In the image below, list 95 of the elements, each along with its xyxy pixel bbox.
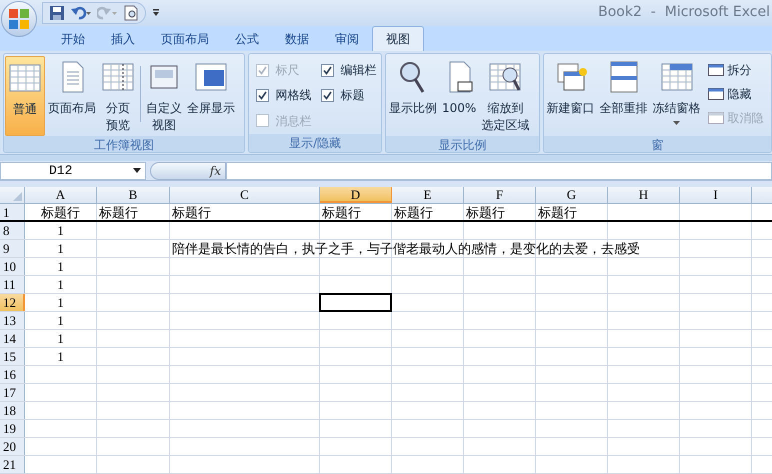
table-cell-text: 1: [56, 330, 65, 347]
active-cell[interactable]: [319, 293, 392, 312]
ribbon-button[interactable]: 全部重排: [598, 56, 650, 136]
ribbon-tab[interactable]: 审阅: [322, 26, 372, 52]
row-header[interactable]: 8: [0, 222, 25, 239]
checkbox[interactable]: [321, 88, 334, 102]
button-label-line: 缩放到: [487, 100, 524, 118]
table-cell: 标题行: [538, 204, 577, 221]
row-header[interactable]: 15: [0, 348, 25, 365]
check-icon: [323, 66, 332, 75]
dropdown-icon[interactable]: [133, 168, 141, 174]
row-header[interactable]: 12: [0, 294, 25, 311]
row-header[interactable]: 10: [0, 258, 25, 275]
column-header[interactable]: F: [464, 187, 536, 203]
table-cell: 陪伴是最长情的告白，执子之手，与子偕老最动人的感情，是变化的去爱，去感受: [172, 240, 640, 257]
print-preview-icon[interactable]: [123, 4, 139, 21]
checkbox[interactable]: [321, 64, 334, 77]
column-header[interactable]: H: [608, 187, 680, 203]
ribbon-button[interactable]: 显示比例: [387, 56, 440, 136]
check-icon: [258, 66, 268, 75]
ribbon-tab[interactable]: 插入: [98, 26, 148, 52]
table-cell-text: 1: [56, 294, 65, 311]
checkbox-option[interactable]: 编辑栏: [321, 58, 376, 82]
insert-function-button[interactable]: fx: [210, 162, 221, 180]
table-cell-text: 1: [56, 222, 65, 239]
check-icon: [323, 90, 332, 100]
ribbon-tab[interactable]: 视图: [372, 26, 424, 52]
column-header[interactable]: I: [680, 187, 752, 203]
row-header[interactable]: 1: [0, 204, 25, 220]
table-cell-text: 1: [56, 348, 65, 365]
group-label: 显示/隐藏: [249, 134, 382, 152]
row-header[interactable]: 19: [0, 420, 25, 437]
ribbon-button[interactable]: 冻结窗格: [650, 56, 703, 136]
save-icon[interactable]: [49, 4, 65, 21]
table-cell-text: 1: [56, 258, 65, 275]
formula-field[interactable]: [226, 162, 772, 180]
corner-icon: [13, 192, 22, 201]
office-button[interactable]: [1, 1, 37, 37]
ribbon-button[interactable]: 全屏显示: [185, 56, 237, 136]
group-label: 工作簿视图: [4, 136, 244, 152]
ribbon-tab[interactable]: 页面布局: [148, 26, 222, 52]
office-logo-icon: [8, 8, 30, 30]
row-header[interactable]: 17: [0, 384, 25, 401]
ribbon-button[interactable]: 新建窗口: [544, 56, 597, 136]
button-label-line: 自定义: [146, 100, 182, 118]
ribbon-small-button[interactable]: 拆分: [708, 58, 764, 82]
row-header[interactable]: 21: [0, 456, 25, 473]
row-header[interactable]: 18: [0, 402, 25, 419]
column-header[interactable]: E: [392, 187, 464, 203]
ribbon-tab[interactable]: 公式: [222, 26, 272, 52]
checkbox-option[interactable]: 网格线: [256, 83, 312, 108]
button-label-line: 选定区域: [481, 117, 530, 134]
ribbon-button[interactable]: 普通: [5, 56, 45, 136]
row-header[interactable]: 9: [0, 240, 25, 257]
window-icon: [708, 88, 724, 100]
button-label-line: 分页: [106, 100, 130, 118]
column-header[interactable]: G: [536, 187, 608, 203]
row-header[interactable]: 14: [0, 330, 25, 347]
row-header[interactable]: 13: [0, 312, 25, 329]
window-icon: [708, 64, 724, 76]
group-label: 窗: [544, 136, 771, 152]
row-header[interactable]: 11: [0, 276, 25, 293]
column-header[interactable]: B: [97, 187, 170, 203]
button-label-line: 预览: [106, 117, 130, 134]
table-cell: 标题行: [99, 204, 138, 221]
table-cell-text: 标题行: [40, 204, 81, 221]
name-box[interactable]: D12: [0, 162, 146, 180]
undo-icon[interactable]: [71, 6, 91, 20]
button-label-line: 视图: [152, 117, 176, 134]
table-cell-text: 1: [56, 276, 65, 293]
check-icon: [258, 90, 268, 100]
ribbon-small-button[interactable]: 隐藏: [708, 82, 764, 106]
ribbon-button[interactable]: 分页 预览: [99, 56, 137, 136]
table-cell-text: 1: [56, 240, 65, 257]
checkbox[interactable]: [256, 88, 270, 102]
window-icon: [708, 112, 724, 124]
group-label: 显示比例: [386, 136, 539, 152]
ribbon-button[interactable]: 缩放到 选定区域: [479, 56, 532, 136]
table-cell: 标题行: [172, 204, 211, 221]
table-cell: 标题行: [466, 204, 505, 221]
ribbon-button[interactable]: 自定义 视图: [144, 56, 184, 136]
ribbon-tab[interactable]: 数据: [272, 26, 322, 52]
column-header[interactable]: D: [320, 187, 392, 203]
table-cell: 标题行: [394, 204, 433, 221]
ribbon-tab[interactable]: 开始: [48, 26, 98, 52]
row-header[interactable]: 20: [0, 438, 25, 455]
ribbon-button[interactable]: 100%: [440, 56, 478, 136]
checkbox-option[interactable]: 标题: [321, 83, 376, 108]
ribbon-button[interactable]: 页面布局: [46, 56, 98, 136]
window-title: Book2 - Microsoft Excel: [598, 3, 770, 22]
customize-icon[interactable]: [152, 8, 160, 17]
table-cell: 标题行: [322, 204, 361, 221]
row-header[interactable]: 16: [0, 366, 25, 383]
column-header[interactable]: A: [25, 187, 97, 203]
table-cell-text: 1: [56, 312, 65, 329]
